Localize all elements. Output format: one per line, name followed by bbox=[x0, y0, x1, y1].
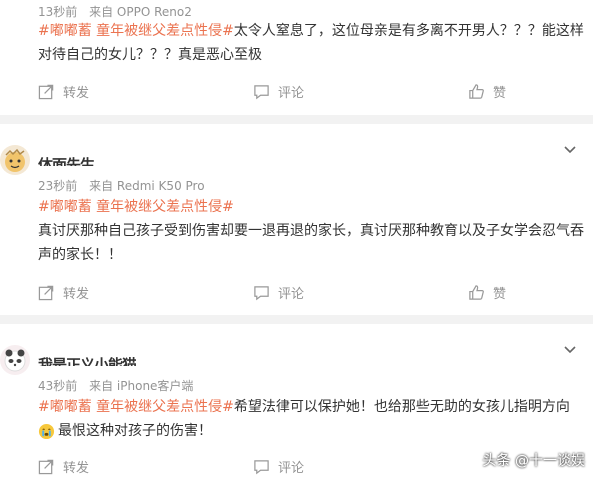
avatar[interactable] bbox=[0, 145, 30, 175]
username[interactable]: 我是正义小能猫 bbox=[38, 355, 136, 366]
post-actions: 转发 评论 赞 bbox=[0, 82, 593, 104]
comment-button[interactable]: 评论 bbox=[253, 457, 304, 476]
share-button[interactable]: 转发 bbox=[38, 457, 89, 476]
thumbs-up-icon bbox=[469, 285, 484, 300]
separator bbox=[0, 315, 593, 324]
watermark-text: 头条 @十一谈娱 bbox=[482, 453, 585, 469]
post-text: 真讨厌那种自己孩子受到伤害却要一退再退的家长，真讨厌那种教育以及子女学会忍气吞声… bbox=[38, 223, 584, 263]
share-button[interactable]: 转发 bbox=[38, 82, 89, 101]
comment-label: 评论 bbox=[278, 287, 305, 302]
post-source: 来自 OPPO Reno2 bbox=[89, 5, 192, 19]
comment-label: 评论 bbox=[278, 461, 305, 476]
username[interactable]: 体面先生 bbox=[38, 155, 94, 166]
post-source: 来自 Redmi K50 Pro bbox=[89, 179, 205, 193]
post-text: 希望法律可以保护她！也给那些无助的女孩儿指明方向 bbox=[233, 399, 570, 415]
like-label: 赞 bbox=[493, 86, 507, 101]
like-button[interactable]: 赞 bbox=[468, 82, 506, 101]
like-button[interactable]: 赞 bbox=[468, 283, 506, 302]
comment-button[interactable]: 评论 bbox=[253, 283, 304, 302]
like-label: 赞 bbox=[493, 287, 507, 302]
post-actions: 转发 评论 赞 bbox=[0, 283, 593, 305]
share-label: 转发 bbox=[63, 461, 90, 476]
post-time: 43秒前 bbox=[38, 379, 78, 393]
comment-icon bbox=[254, 460, 269, 475]
comment-button[interactable]: 评论 bbox=[253, 82, 304, 101]
comment-icon bbox=[254, 286, 269, 301]
topic-tag-link[interactable]: #嘟嘟蓄 童年被继父差点性侵# bbox=[38, 399, 234, 415]
post-content: #嘟嘟蓄 童年被继父差点性侵# 真讨厌那种自己孩子受到伤害却要一退再退的家长，真… bbox=[38, 195, 586, 267]
post-meta: 43秒前 来自 iPhone客户端 bbox=[38, 377, 201, 394]
share-button[interactable]: 转发 bbox=[38, 283, 89, 302]
topic-tag-link[interactable]: #嘟嘟蓄 童年被继父差点性侵# bbox=[38, 195, 586, 219]
share-label: 转发 bbox=[63, 86, 90, 101]
share-icon bbox=[38, 285, 54, 301]
avatar[interactable] bbox=[0, 345, 30, 375]
comment-icon bbox=[254, 85, 269, 100]
share-icon bbox=[38, 459, 54, 475]
post-content: #嘟嘟蓄 童年被继父差点性侵#太令人窒息了，这位母亲是有多离不开男人？？？能这样… bbox=[38, 19, 586, 67]
post-meta: 23秒前 来自 Redmi K50 Pro bbox=[38, 177, 213, 194]
topic-tag-link[interactable]: #嘟嘟蓄 童年被继父差点性侵# bbox=[38, 23, 234, 39]
chevron-down-icon[interactable] bbox=[563, 142, 577, 156]
watermark: 头条 @十一谈娱 bbox=[483, 450, 585, 470]
separator bbox=[0, 115, 593, 124]
post-text-line2: 最恨这种对孩子的伤害！ bbox=[58, 423, 212, 439]
post-time: 23秒前 bbox=[38, 179, 78, 193]
share-icon bbox=[38, 84, 54, 100]
crying-emoji-icon bbox=[38, 423, 55, 439]
post-meta: 13秒前 来自 OPPO Reno2 bbox=[38, 3, 200, 20]
post-content: #嘟嘟蓄 童年被继父差点性侵#希望法律可以保护她！也给那些无助的女孩儿指明方向 … bbox=[38, 395, 586, 443]
post-time: 13秒前 bbox=[38, 5, 78, 19]
thumbs-up-icon bbox=[469, 84, 484, 99]
post-source: 来自 iPhone客户端 bbox=[89, 379, 194, 393]
chevron-down-icon[interactable] bbox=[563, 342, 577, 356]
comment-label: 评论 bbox=[278, 86, 305, 101]
share-label: 转发 bbox=[63, 287, 90, 302]
